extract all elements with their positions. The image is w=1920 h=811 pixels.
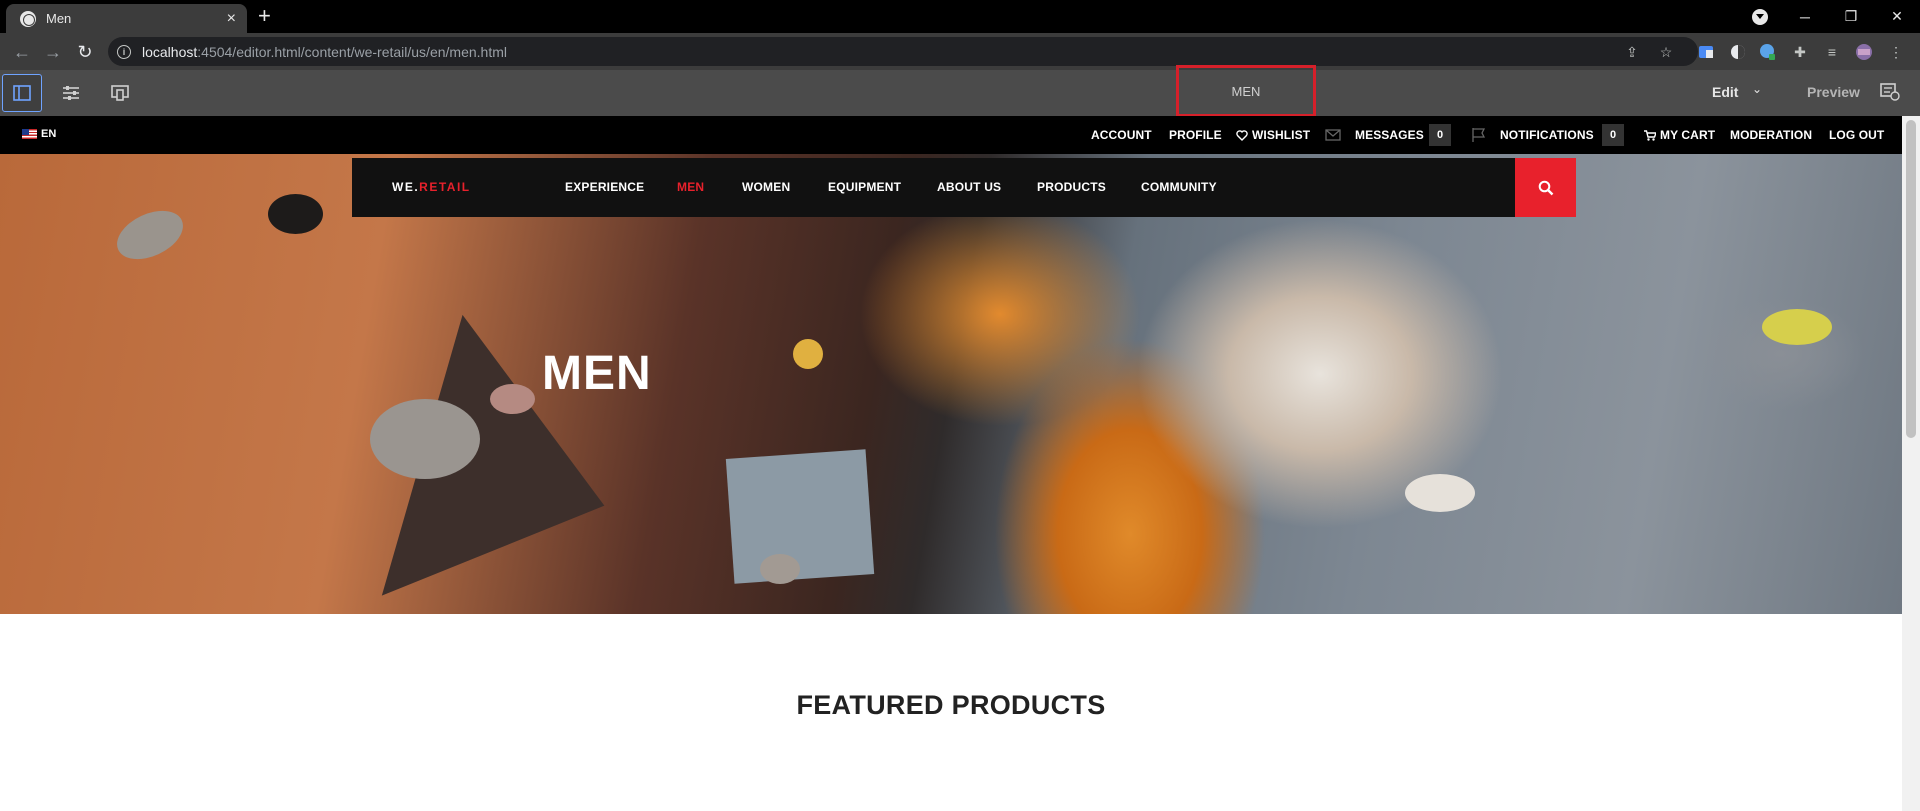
climbing-hold <box>760 554 800 584</box>
we-retail-logo[interactable]: WE.RETAIL <box>392 180 471 194</box>
nav-experience[interactable]: EXPERIENCE <box>565 180 644 194</box>
nav-about-us[interactable]: ABOUT US <box>937 180 1001 194</box>
new-tab-button[interactable]: + <box>258 4 271 28</box>
nav-women[interactable]: WOMEN <box>742 180 790 194</box>
chevron-down-icon[interactable]: ⌄ <box>1752 82 1762 96</box>
climbing-hold <box>109 201 191 269</box>
climbing-hold <box>370 399 480 479</box>
nav-equipment[interactable]: EQUIPMENT <box>828 180 901 194</box>
hero-banner: MEN <box>0 154 1902 614</box>
side-panel-toggle-button[interactable] <box>2 74 42 112</box>
mode-selector[interactable]: Edit <box>1712 84 1738 100</box>
chrome-menu-icon[interactable]: ⋮ <box>1886 42 1906 62</box>
language-label: EN <box>41 128 57 140</box>
messages-link[interactable]: MESSAGES <box>1355 128 1424 142</box>
language-selector[interactable]: EN <box>22 128 56 140</box>
vpn-extension-icon[interactable] <box>1758 42 1778 62</box>
side-panel-icon <box>13 85 31 101</box>
climbing-hold <box>793 339 823 369</box>
chrome-dropdown-icon[interactable] <box>1752 9 1768 25</box>
reload-button[interactable]: ↻ <box>72 39 98 65</box>
notifications-link[interactable]: NOTIFICATIONS <box>1500 128 1594 142</box>
nav-men[interactable]: MEN <box>677 180 704 194</box>
aem-editor-toolbar: MEN Edit ⌄ Preview <box>0 65 1920 117</box>
climbing-hold <box>1405 474 1475 512</box>
restore-button[interactable]: ❐ <box>1828 0 1874 33</box>
annotations-icon[interactable] <box>1880 83 1900 101</box>
tab-close-button[interactable]: × <box>227 10 236 27</box>
climbing-hold <box>268 194 323 234</box>
messages-count-badge: 0 <box>1429 124 1451 146</box>
profile-link[interactable]: PROFILE <box>1169 128 1222 142</box>
logout-link[interactable]: LOG OUT <box>1829 128 1884 142</box>
editor-page-title: MEN <box>1231 83 1261 99</box>
sliders-icon <box>63 86 79 100</box>
nav-products[interactable]: PRODUCTS <box>1037 180 1106 194</box>
featured-products-heading: FEATURED PRODUCTS <box>796 690 1106 720</box>
globe-icon <box>20 10 36 27</box>
search-icon <box>1538 180 1553 195</box>
cart-link[interactable]: MY CART <box>1644 128 1715 142</box>
extensions-puzzle-icon[interactable]: ✚ <box>1790 42 1810 62</box>
minimize-button[interactable]: ─ <box>1782 0 1828 33</box>
reading-list-icon[interactable]: ≡ <box>1822 42 1842 62</box>
browser-tab-strip: Men × + ─ ❐ ✕ <box>0 0 1920 33</box>
browser-tab[interactable]: Men × <box>6 4 247 33</box>
flag-icon <box>1472 128 1486 142</box>
moderation-link[interactable]: MODERATION <box>1730 128 1812 142</box>
tab-title: Men <box>46 11 72 26</box>
wishlist-link[interactable]: WISHLIST <box>1236 128 1310 142</box>
address-bar[interactable]: i localhost:4504/editor.html/content/we-… <box>108 37 1698 66</box>
translate-extension-icon[interactable] <box>1696 42 1716 62</box>
browser-toolbar: ← → ↻ i localhost:4504/editor.html/conte… <box>0 33 1920 70</box>
site-info-icon[interactable]: i <box>117 44 131 59</box>
bookmark-star-icon[interactable]: ☆ <box>1656 42 1676 62</box>
heart-icon <box>1236 129 1248 141</box>
nav-community[interactable]: COMMUNITY <box>1141 180 1217 194</box>
url-text: localhost:4504/editor.html/content/we-re… <box>142 43 507 60</box>
cart-label: MY CART <box>1660 128 1716 142</box>
extension-circle-icon[interactable] <box>1728 42 1748 62</box>
forward-button[interactable]: → <box>40 39 66 65</box>
climbing-hold <box>1762 309 1832 345</box>
preview-button[interactable]: Preview <box>1807 84 1860 100</box>
utility-bar: EN ACCOUNT PROFILE WISHLIST MESSAGES 0 N… <box>0 116 1902 154</box>
close-window-button[interactable]: ✕ <box>1874 0 1920 33</box>
hero-wall-panel <box>725 449 875 584</box>
page-title-highlight: MEN <box>1176 65 1316 117</box>
us-flag-icon <box>22 129 37 139</box>
page-content: EN ACCOUNT PROFILE WISHLIST MESSAGES 0 N… <box>0 116 1902 811</box>
page-scrollbar[interactable] <box>1902 116 1920 811</box>
envelope-icon <box>1325 129 1341 141</box>
wishlist-label: WISHLIST <box>1252 128 1311 142</box>
notifications-count-badge: 0 <box>1602 124 1624 146</box>
device-emulator-icon <box>111 85 129 101</box>
account-link[interactable]: ACCOUNT <box>1091 128 1152 142</box>
search-button[interactable] <box>1515 158 1576 217</box>
hero-title: MEN <box>542 347 652 400</box>
page-properties-button[interactable] <box>51 74 91 112</box>
share-icon[interactable]: ⇪ <box>1622 42 1642 62</box>
profile-avatar-icon[interactable] <box>1854 42 1874 62</box>
emulator-button[interactable] <box>100 74 140 112</box>
back-button[interactable]: ← <box>9 39 35 65</box>
cart-icon <box>1644 129 1656 141</box>
main-navigation: WE.RETAIL EXPERIENCE MEN WOMEN EQUIPMENT… <box>352 158 1515 217</box>
climbing-hold <box>490 384 535 414</box>
scrollbar-thumb[interactable] <box>1906 120 1916 438</box>
